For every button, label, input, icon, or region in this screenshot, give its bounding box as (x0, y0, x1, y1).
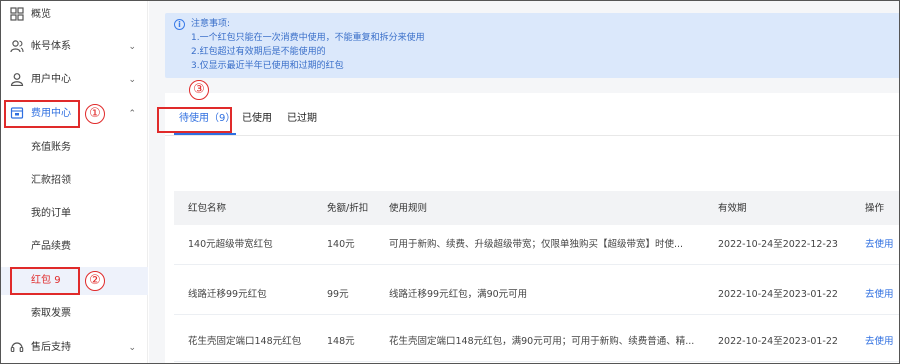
column-header: 免额/折扣 (327, 203, 369, 214)
annotation-box-red-packet (10, 267, 80, 295)
chevron-up-icon: ⌃ (128, 109, 136, 119)
annotation-marker-1: ① (85, 104, 105, 124)
sidebar-subitem-recharge[interactable]: 充值账务 (1, 134, 148, 162)
cell-amount: 140元 (327, 239, 355, 250)
cell-rule: 可用于新购、续费、升级超级带宽；仅限单独购买【超级带宽】时使... (389, 239, 684, 250)
tab-expired[interactable]: 已过期 (287, 112, 317, 126)
use-link[interactable]: 去使用 (865, 288, 894, 301)
sidebar-subitem-label: 我的订单 (31, 208, 71, 219)
cell-validity: 2022-10-24至2023-01-22 (718, 289, 838, 300)
info-icon: i (174, 19, 185, 30)
sidebar-subitem-label: 汇款招领 (31, 175, 71, 186)
cell-amount: 99元 (327, 289, 349, 300)
cell-rule: 花生壳固定端口148元红包，满90元可用；可用于新购、续费普通、精... (389, 336, 695, 347)
chevron-down-icon: ⌄ (128, 343, 136, 353)
sidebar-item-after-sales[interactable]: 售后支持 ⌄ (1, 334, 148, 362)
cell-name: 140元超级带宽红包 (188, 239, 273, 250)
tab-used[interactable]: 已使用 (242, 112, 272, 126)
sidebar-item-label: 用户中心 (31, 74, 71, 85)
notice-line: 1.一个红包只能在一次消费中使用，不能重复和拆分来使用 (191, 33, 425, 43)
table-header: 红包名称 免额/折扣 使用规则 有效期 操作 (174, 191, 899, 225)
annotation-marker-2: ② (85, 271, 105, 291)
column-header: 操作 (865, 203, 885, 214)
notice-panel: i 注意事项: 1.一个红包只能在一次消费中使用，不能重复和拆分来使用 2.红包… (165, 13, 899, 78)
notice-line: 3.仅显示最近半年已使用和过期的红包 (191, 61, 344, 71)
notice-line: 2.红包超过有效期后是不能使用的 (191, 47, 326, 57)
sidebar-item-overview[interactable]: 概览 (1, 1, 148, 29)
cell-name: 线路迁移99元红包 (188, 289, 267, 300)
sidebar-item-label: 售后支持 (31, 342, 71, 353)
sidebar-subitem-remittance[interactable]: 汇款招领 (1, 167, 148, 195)
table-row: 140元超级带宽红包 140元 可用于新购、续费、升级超级带宽；仅限单独购买【超… (174, 225, 899, 265)
sidebar-subitem-renewal[interactable]: 产品续费 (1, 233, 148, 261)
cell-rule: 线路迁移99元红包，满90元可用 (389, 289, 528, 300)
sidebar-item-account-system[interactable]: 帐号体系 ⌄ (1, 33, 148, 61)
column-header: 使用规则 (389, 203, 428, 214)
use-link[interactable]: 去使用 (865, 238, 894, 251)
column-header: 有效期 (718, 203, 747, 214)
sidebar-subitem-label: 产品续费 (31, 241, 71, 252)
table-row: 花生壳固定端口148元红包 148元 花生壳固定端口148元红包，满90元可用；… (174, 322, 899, 362)
cell-amount: 148元 (327, 336, 355, 347)
table-row: 线路迁移99元红包 99元 线路迁移99元红包，满90元可用 2022-10-2… (174, 275, 899, 315)
notice-title: 注意事项: (191, 19, 231, 29)
sidebar-subitem-label: 索取发票 (31, 308, 71, 319)
main-content: i 注意事项: 1.一个红包只能在一次消费中使用，不能重复和拆分来使用 2.红包… (149, 1, 899, 363)
annotation-box-tab (157, 107, 232, 133)
sidebar: 概览 帐号体系 ⌄ 用户中心 ⌄ 费用中心 ⌃ ① 充值账务 汇款招领 我的订单… (1, 1, 148, 363)
tab-divider (165, 135, 899, 136)
sidebar-item-label: 概览 (31, 9, 51, 20)
support-icon (10, 342, 24, 353)
annotation-marker-3: ③ (189, 80, 209, 100)
sidebar-subitem-invoice[interactable]: 索取发票 (1, 300, 148, 328)
cell-validity: 2022-10-24至2022-12-23 (718, 239, 838, 250)
chevron-down-icon: ⌄ (128, 42, 136, 52)
user-icon (10, 73, 24, 86)
app-window: 概览 帐号体系 ⌄ 用户中心 ⌄ 费用中心 ⌃ ① 充值账务 汇款招领 我的订单… (0, 0, 900, 364)
users-icon (10, 40, 24, 53)
annotation-box-billing (4, 100, 80, 128)
sidebar-item-label: 帐号体系 (31, 41, 71, 52)
cell-validity: 2022-10-24至2023-01-22 (718, 336, 838, 347)
sidebar-subitem-orders[interactable]: 我的订单 (1, 200, 148, 228)
chevron-down-icon: ⌄ (128, 75, 136, 85)
grid-icon (10, 7, 24, 21)
sidebar-item-user-center[interactable]: 用户中心 ⌄ (1, 66, 148, 94)
cell-name: 花生壳固定端口148元红包 (188, 336, 302, 347)
use-link[interactable]: 去使用 (865, 335, 894, 348)
column-header: 红包名称 (188, 203, 227, 214)
sidebar-subitem-label: 充值账务 (31, 142, 71, 153)
red-packet-panel: 待使用（9） 已使用 已过期 ③ 红包名称 免额/折扣 使用规则 有效期 操作 … (157, 80, 899, 363)
